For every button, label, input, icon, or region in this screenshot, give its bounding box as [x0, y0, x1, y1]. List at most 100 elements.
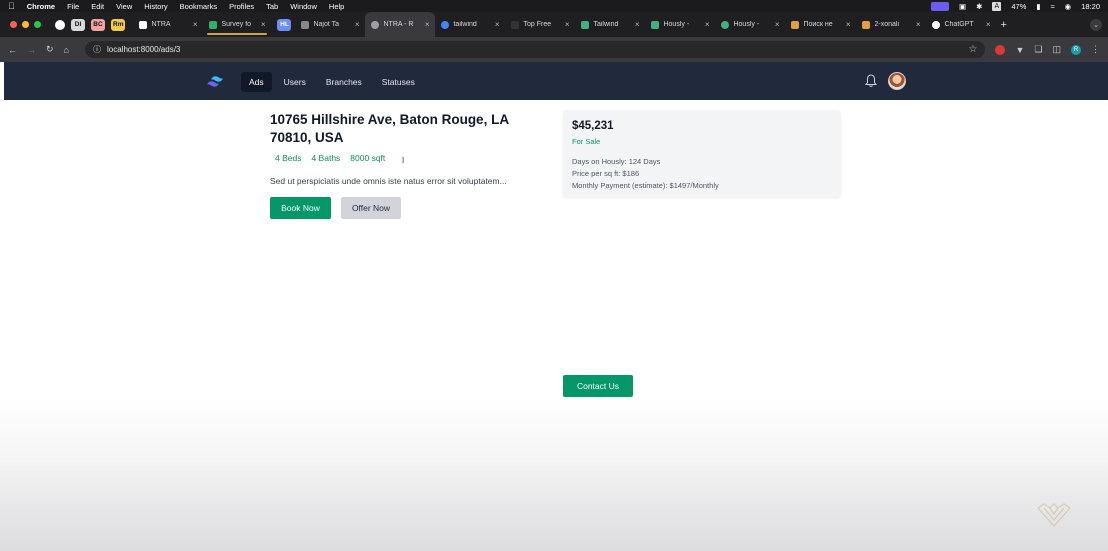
close-tab-icon[interactable]: ×: [916, 20, 921, 29]
site-info-icon[interactable]: ⓘ: [93, 44, 101, 55]
extensions-puzzle-icon[interactable]: ❏: [1034, 44, 1042, 55]
address-bar[interactable]: ⓘ localhost:8000/ads/3 ☆: [84, 41, 986, 58]
menu-edit[interactable]: Edit: [91, 2, 104, 11]
extension-record-icon[interactable]: [995, 44, 1006, 55]
menu-window[interactable]: Window: [290, 2, 317, 11]
menu-file[interactable]: File: [67, 2, 79, 11]
tab-favicon-icon: [791, 20, 800, 29]
close-window-icon[interactable]: [10, 21, 17, 28]
side-panel-icon[interactable]: ◫: [1052, 44, 1061, 55]
menu-app-name[interactable]: Chrome: [27, 2, 55, 11]
close-tab-icon[interactable]: ×: [425, 20, 430, 29]
menu-help[interactable]: Help: [329, 2, 344, 11]
tab-label: Hously -: [663, 21, 690, 28]
app-navbar: Ads Users Branches Statuses: [4, 62, 1108, 100]
tab-label: tailwind: [453, 21, 477, 28]
tailwind-logo-icon[interactable]: [206, 74, 228, 88]
nav-link-ads[interactable]: Ads: [241, 72, 272, 92]
menu-profiles[interactable]: Profiles: [229, 2, 254, 11]
price-per-sqft: Price per sq ft: $186: [572, 169, 640, 178]
close-tab-icon[interactable]: ×: [635, 20, 640, 29]
tab-top-free[interactable]: Top Free ×: [505, 12, 575, 37]
tab-tailwind-search[interactable]: tailwind ×: [435, 12, 505, 37]
home-icon[interactable]: ⌂: [64, 45, 69, 55]
tab-hously-1[interactable]: Hously - ×: [645, 12, 715, 37]
tab-favicon-icon: [932, 20, 941, 29]
contact-us-button[interactable]: Contact Us: [563, 375, 633, 397]
display-icon[interactable]: ▣: [959, 2, 966, 11]
nav-link-users[interactable]: Users: [276, 72, 314, 92]
menu-tab[interactable]: Tab: [266, 2, 278, 11]
tab-chatgpt[interactable]: ChatGPT ×: [926, 12, 996, 37]
extension-filter-icon[interactable]: ▼: [1015, 45, 1024, 55]
user-avatar[interactable]: [888, 72, 906, 90]
tab-label: Top Free: [523, 21, 552, 28]
forward-icon[interactable]: →: [27, 45, 36, 55]
tab-ntra-active[interactable]: NTRA - R ×: [365, 12, 436, 37]
tab-najot[interactable]: Najot Ta ×: [295, 12, 365, 37]
close-tab-icon[interactable]: ×: [846, 20, 851, 29]
url-text[interactable]: localhost:8000/ads/3: [107, 45, 180, 54]
notification-bell-icon[interactable]: [865, 74, 877, 88]
reload-icon[interactable]: ↻: [46, 44, 54, 55]
nav-link-statuses[interactable]: Statuses: [374, 72, 423, 92]
pinned-tab-bc[interactable]: BC: [91, 18, 105, 31]
pinned-tab-di[interactable]: DI: [71, 18, 85, 31]
close-tab-icon[interactable]: ×: [705, 20, 710, 29]
tab-2-xonali[interactable]: 2-xonali ×: [856, 12, 926, 37]
book-now-button[interactable]: Book Now: [270, 197, 331, 219]
tab-hl[interactable]: HL: [271, 12, 295, 37]
screen-record-icon[interactable]: [931, 1, 949, 11]
menu-view[interactable]: View: [116, 2, 132, 11]
close-tab-icon[interactable]: ×: [495, 20, 500, 29]
menu-history[interactable]: History: [144, 2, 167, 11]
tab-hously-2[interactable]: Hously - ×: [715, 12, 785, 37]
price-card: $45,231 For Sale Days on Hously: 124 Day…: [563, 110, 841, 197]
menubar-clock[interactable]: 18:20: [1081, 2, 1100, 11]
profile-avatar-icon[interactable]: R: [1071, 44, 1081, 55]
apple-icon[interactable]: : [8, 1, 15, 11]
tab-survey[interactable]: Survey fo ×: [203, 12, 271, 37]
listing-title: 10765 Hillshire Ave, Baton Rouge, LA 708…: [270, 112, 509, 145]
maximize-window-icon[interactable]: [34, 21, 41, 28]
tab-favicon-icon: [209, 20, 218, 29]
monthly-payment: Monthly Payment (estimate): $1497/Monthl…: [572, 181, 719, 190]
close-tab-icon[interactable]: ×: [193, 20, 198, 29]
menubar-status-area: ▣ ✱ A 47% ▮ ≈ ◉ 18:20: [931, 1, 1100, 11]
new-tab-icon[interactable]: +: [1000, 19, 1006, 31]
pinned-tabs: DI BC Rm: [55, 18, 126, 31]
bluetooth-icon[interactable]: ✱: [976, 2, 982, 11]
close-tab-icon[interactable]: ×: [986, 20, 991, 29]
tab-label: Najot Ta: [313, 21, 340, 28]
close-tab-icon[interactable]: ×: [355, 20, 360, 29]
battery-icon[interactable]: ▮: [1036, 2, 1040, 11]
browser-menu-icon[interactable]: ⋮: [1091, 44, 1100, 55]
nav-link-branches[interactable]: Branches: [318, 72, 370, 92]
tab-ntra[interactable]: NTRA ×: [133, 12, 203, 37]
close-tab-icon[interactable]: ×: [261, 20, 266, 29]
input-source-icon[interactable]: A: [992, 1, 1002, 11]
listing-specs: 4 Beds 4 Baths 8000 sqft: [275, 153, 385, 163]
tab-poisk[interactable]: Поиск не ×: [785, 12, 856, 37]
sale-status: For Sale: [572, 137, 601, 146]
tab-label: Поиск не: [803, 21, 833, 28]
control-center-icon[interactable]: ◉: [1065, 2, 1072, 11]
close-tab-icon[interactable]: ×: [565, 20, 570, 29]
tab-label: Hously -: [733, 21, 760, 28]
tab-search-icon[interactable]: ⌄: [1090, 18, 1102, 31]
minimize-window-icon[interactable]: [22, 21, 29, 28]
wifi-icon[interactable]: ≈: [1051, 2, 1055, 11]
tab-favicon-icon: [139, 20, 148, 29]
pinned-tab-rm[interactable]: Rm: [111, 18, 126, 31]
offer-now-button[interactable]: Offer Now: [341, 197, 401, 219]
back-icon[interactable]: ←: [8, 45, 17, 55]
menu-bookmarks[interactable]: Bookmarks: [180, 2, 218, 11]
tab-favicon-icon: [511, 20, 520, 29]
tab-favicon-icon: [371, 20, 380, 29]
tab-favicon-icon: [721, 20, 730, 29]
tab-tailwind[interactable]: Tailwind ×: [575, 12, 645, 37]
bookmark-star-icon[interactable]: ☆: [969, 44, 978, 55]
close-tab-icon[interactable]: ×: [775, 20, 780, 29]
battery-percent: 47%: [1011, 1, 1027, 11]
google-icon[interactable]: [55, 19, 65, 30]
